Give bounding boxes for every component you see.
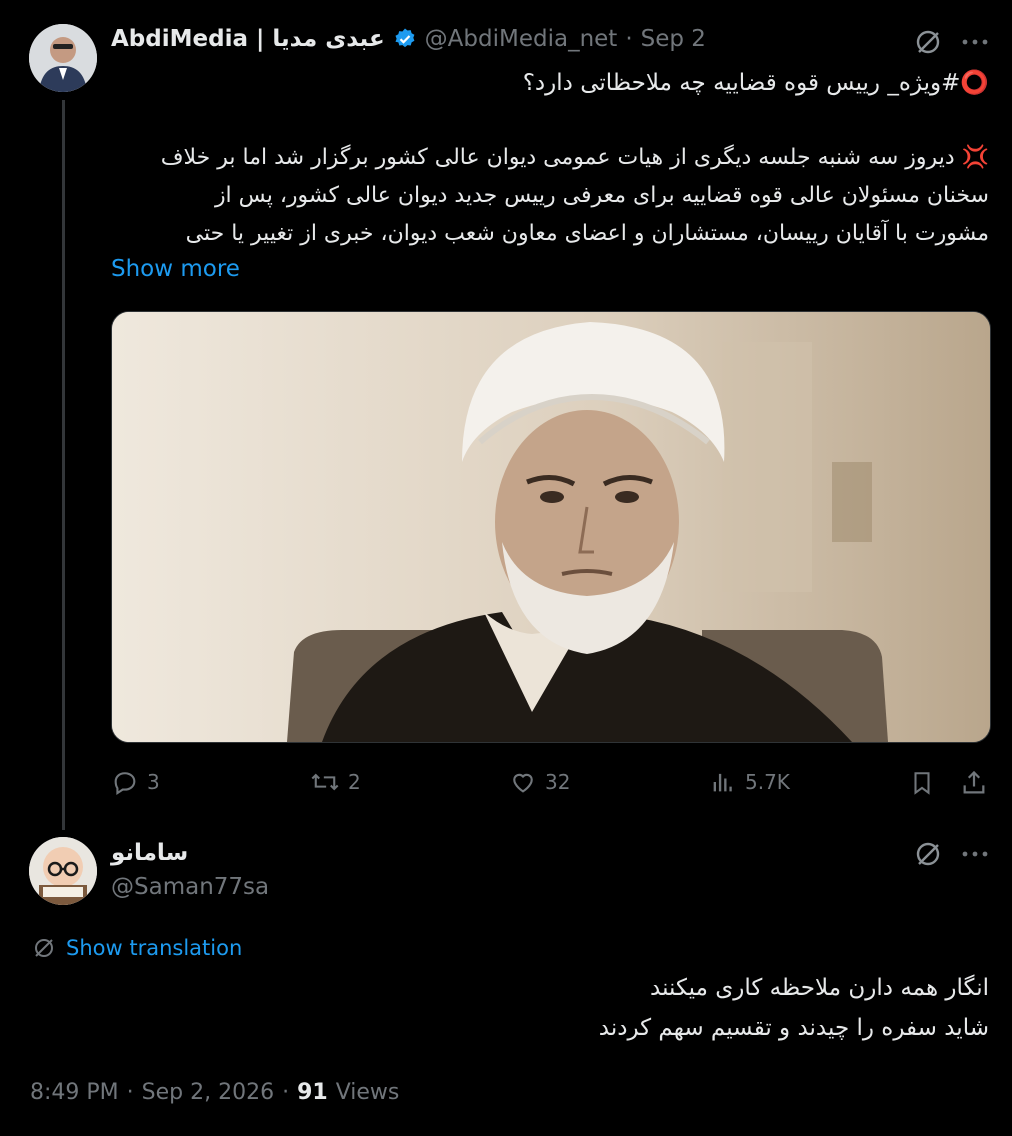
bookmark-icon[interactable] [905,766,939,800]
share-icon[interactable] [957,766,991,800]
reply-date[interactable]: Sep 2, 2026 [142,1080,274,1105]
repost-button[interactable]: 2 [310,768,361,796]
author-handle[interactable]: @AbdiMedia_net [425,26,618,52]
separator-dot: · [126,1080,134,1105]
verified-badge-icon [393,27,417,51]
tweet-body-line: مشورت با آقایان رییسان، مستشاران و اعضای… [185,221,989,246]
like-count: 32 [545,770,571,794]
reply-icon [111,768,139,796]
reply-text-line: شاید سفره را چیدند و تقسیم سهم کردند [598,1015,989,1041]
grok-icon[interactable] [912,838,944,870]
avatar-samanu[interactable] [29,837,97,905]
reply-views-label: Views [335,1080,400,1105]
views-count: 5.7K [745,770,790,794]
avatar-abdimedia[interactable] [29,24,97,92]
reply-button[interactable]: 3 [111,768,160,796]
more-options-icon[interactable] [958,30,992,54]
tweet-actions: 3 2 32 5.7K [111,764,989,800]
show-more-link[interactable]: Show more [111,256,240,282]
tweet-date[interactable]: Sep 2 [641,26,706,52]
author-name[interactable]: AbdiMedia | عبدی مدیا [111,26,385,52]
heart-icon [509,768,537,796]
like-button[interactable]: 32 [509,768,570,796]
tweet-body-line: سخنان مسئولان عالی قوه قضاییه برای معرفی… [214,183,989,208]
grok-icon[interactable] [912,26,944,58]
more-options-icon[interactable] [958,842,992,866]
reply-meta: 8:49 PM · Sep 2, 2026 · 91 Views [30,1080,399,1105]
reply-count: 3 [147,770,160,794]
repost-count: 2 [348,770,361,794]
show-translation-label: Show translation [66,936,243,960]
reply-author-handle[interactable]: @Saman77sa [111,874,269,900]
reply-author-name[interactable]: سامانو [111,840,188,866]
translate-icon [32,936,56,960]
reply-views-count: 91 [297,1080,328,1105]
separator-dot: · [282,1080,290,1105]
reply-text-line: انگار همه دارن ملاحظه کاری میکنند [650,975,989,1001]
tweet-header: AbdiMedia | عبدی مدیا @AbdiMedia_net · S… [111,26,706,52]
repost-icon [310,768,340,796]
tweet-image[interactable] [111,311,991,743]
reply-text: انگار همه دارن ملاحظه کاری میکنند شاید س… [32,968,989,1048]
views-chart-icon [709,768,737,796]
separator-dot: · [625,26,633,52]
views-button[interactable]: 5.7K [709,768,790,796]
tweet-body-line: 💢 دیروز سه شنبه جلسه دیگری از هیات عمومی… [160,145,989,170]
tweet-body: 💢 دیروز سه شنبه جلسه دیگری از هیات عمومی… [111,139,989,253]
reply-time[interactable]: 8:49 PM [30,1080,119,1105]
show-translation-button[interactable]: Show translation [32,936,242,960]
tweet-headline: ⭕️#ویژه_ رییس قوه قضاییه چه ملاحظاتی دار… [522,70,989,96]
thread-line [62,100,65,830]
